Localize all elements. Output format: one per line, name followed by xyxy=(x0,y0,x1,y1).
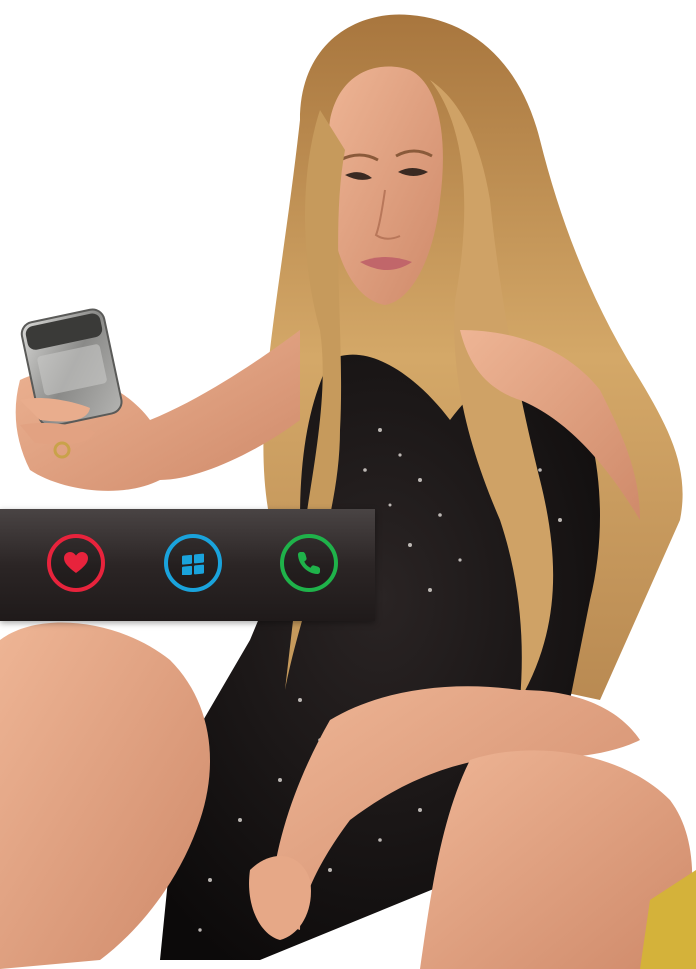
windows-logo-icon xyxy=(182,553,204,575)
windows-start-button[interactable] xyxy=(164,534,222,592)
call-button[interactable] xyxy=(280,534,338,592)
phone-icon xyxy=(298,552,320,574)
photo-background xyxy=(0,14,696,969)
favorite-button[interactable] xyxy=(47,534,105,592)
heart-icon xyxy=(64,552,88,573)
button-bar xyxy=(0,509,375,621)
